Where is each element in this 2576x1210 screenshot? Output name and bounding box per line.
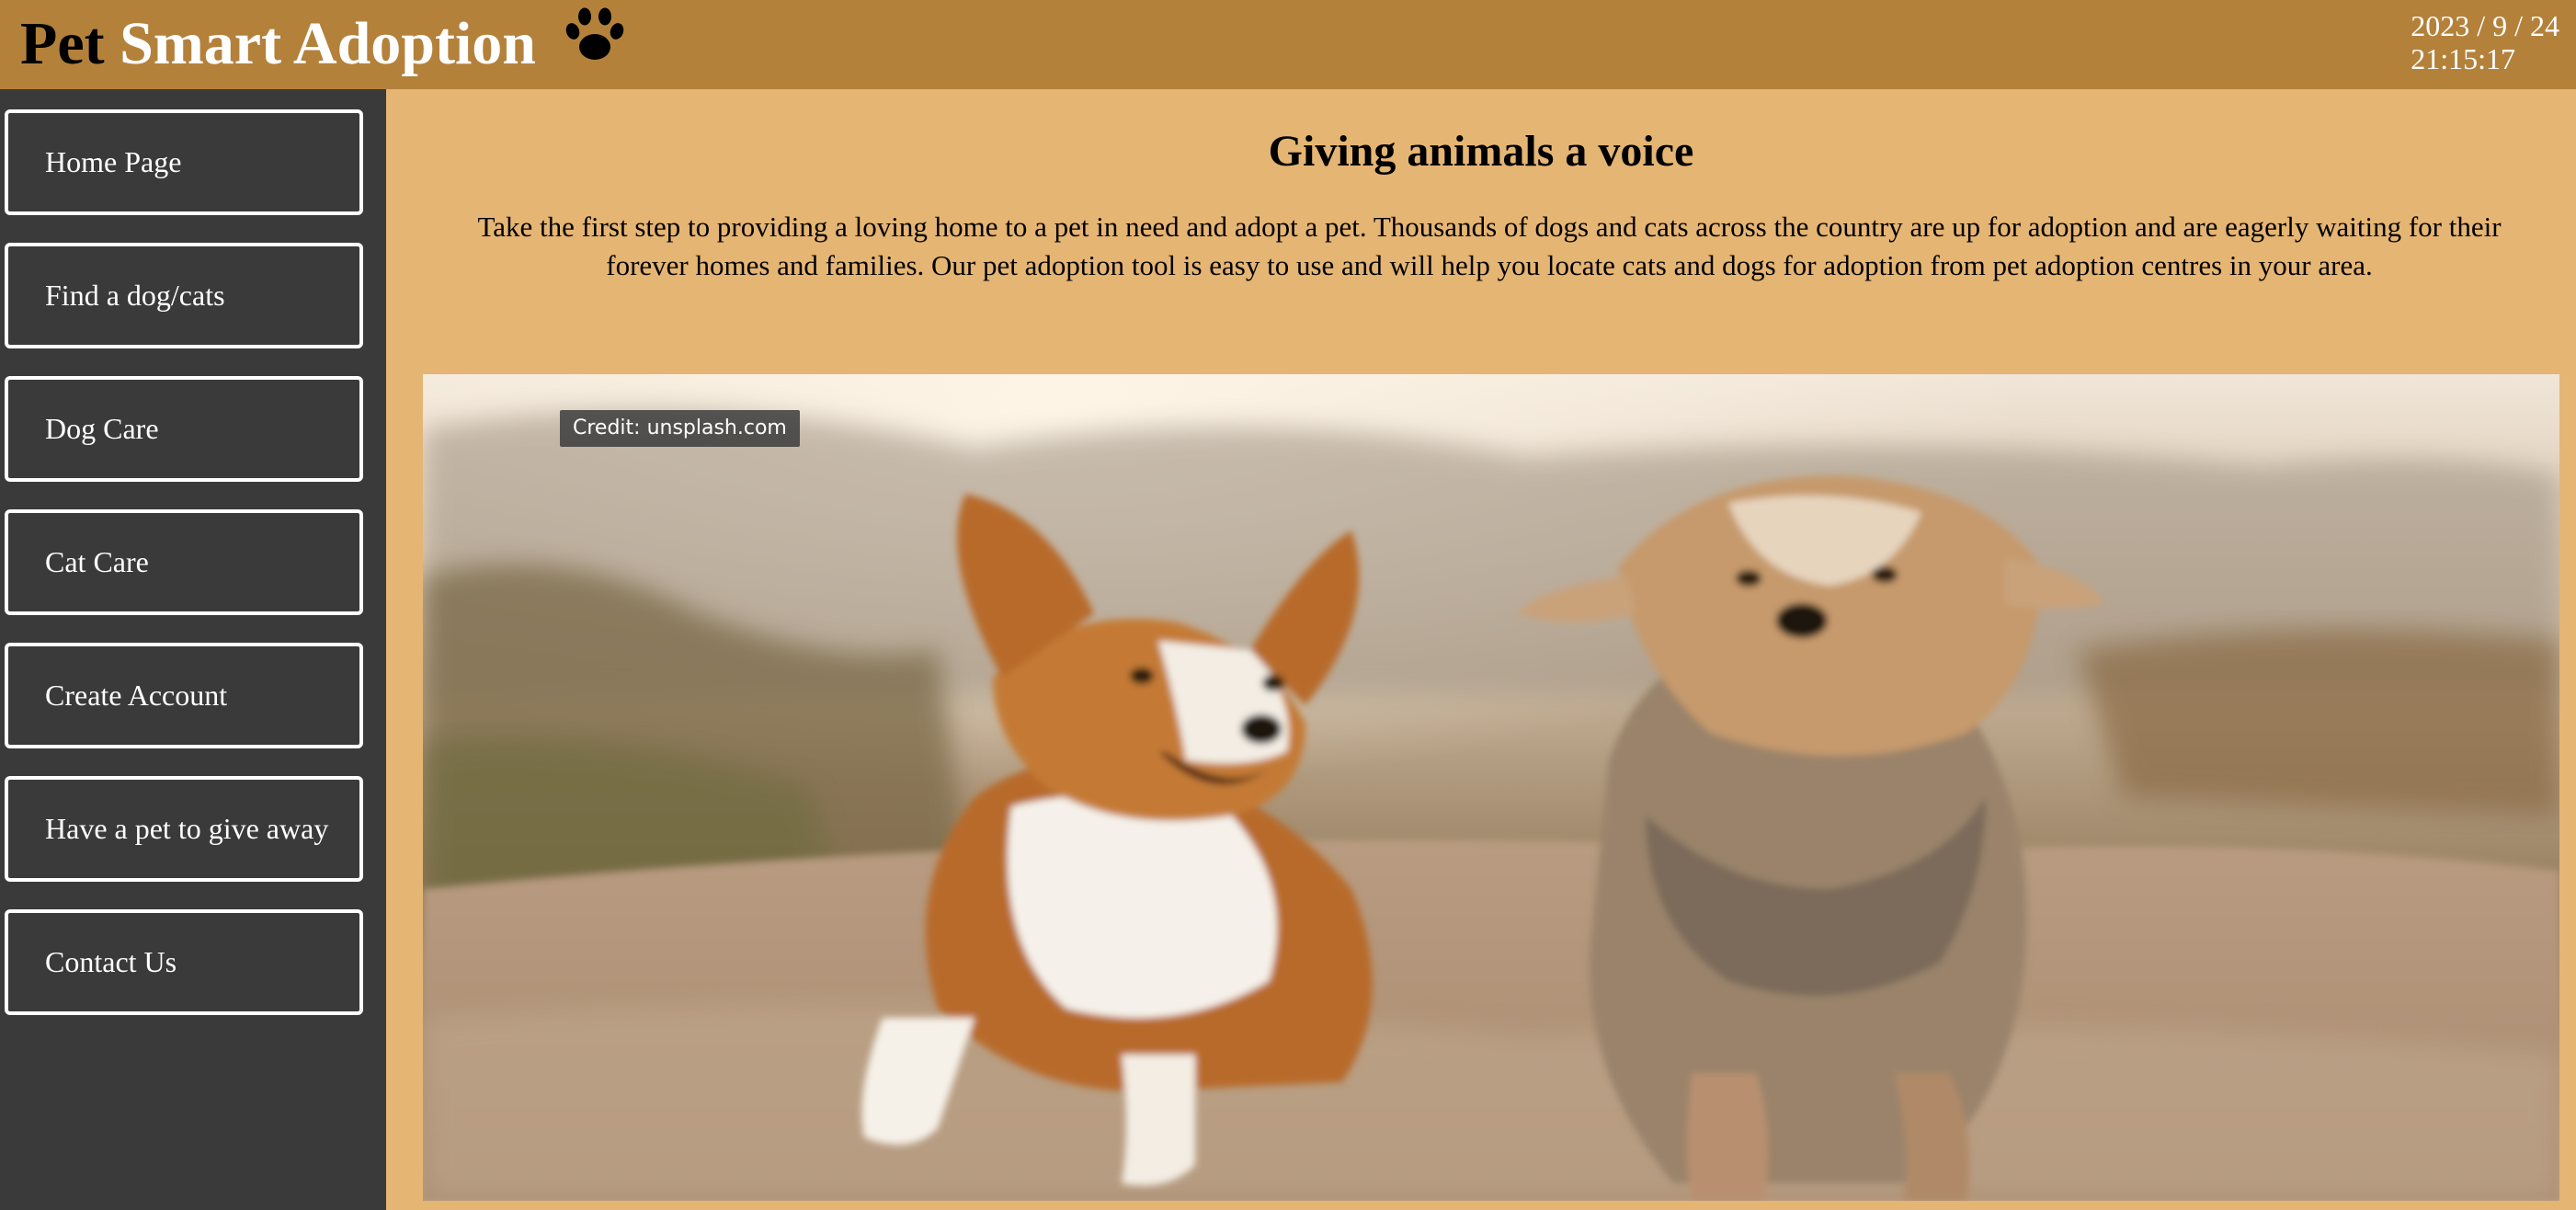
sidebar-item-cat-care[interactable]: Cat Care xyxy=(5,509,363,615)
sidebar-item-find-a-dog-cats[interactable]: Find a dog/cats xyxy=(5,243,363,348)
hero-image: Credit: unsplash.com xyxy=(423,374,2559,1201)
hero-photo-dogs xyxy=(423,374,2559,1201)
site-title-part-dark: Pet xyxy=(20,10,105,77)
clock-date: 2023 / 9 / 24 xyxy=(2411,9,2559,42)
sidebar-item-give-away-pet[interactable]: Have a pet to give away xyxy=(5,776,363,882)
sidebar-nav: Home Page Find a dog/cats Dog Care Cat C… xyxy=(0,89,386,1210)
site-header: Pet Smart Adoption 2023 / 9 / 24 21:15:1… xyxy=(0,0,2576,89)
page-heading: Giving animals a voice xyxy=(1268,127,1694,176)
sidebar-item-dog-care[interactable]: Dog Care xyxy=(5,376,363,482)
clock: 2023 / 9 / 24 21:15:17 xyxy=(2411,9,2559,75)
sidebar-item-home-page[interactable]: Home Page xyxy=(5,109,363,215)
sidebar-item-create-account[interactable]: Create Account xyxy=(5,643,363,748)
site-title[interactable]: Pet Smart Adoption xyxy=(20,7,625,81)
intro-paragraph: Take the first step to providing a lovin… xyxy=(477,211,2502,281)
sidebar-item-contact-us[interactable]: Contact Us xyxy=(5,909,363,1015)
site-title-part-light: Smart Adoption xyxy=(120,10,537,77)
page: Pet Smart Adoption 2023 / 9 / 24 21:15:1… xyxy=(0,0,2576,1210)
photo-credit-badge: Credit: unsplash.com xyxy=(560,410,800,447)
paw-icon xyxy=(564,6,625,81)
clock-time: 21:15:17 xyxy=(2411,42,2515,75)
